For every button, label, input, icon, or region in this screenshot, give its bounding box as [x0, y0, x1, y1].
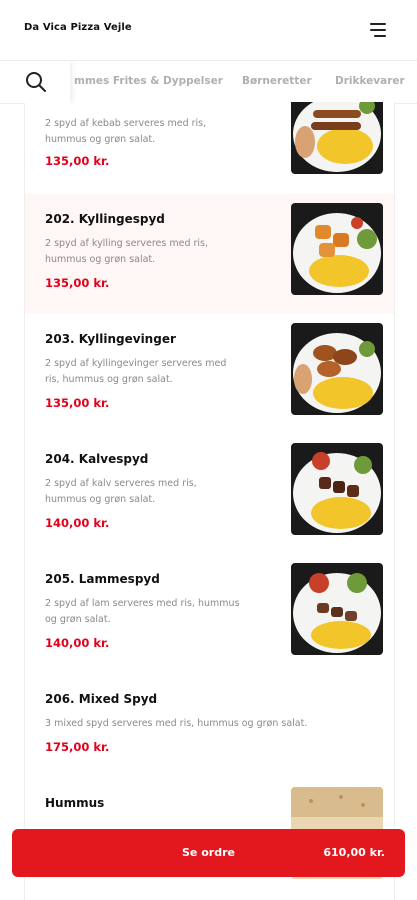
menu-item-kebab[interactable]: 2 spyd af kebab serveres med ris, hummus…: [25, 102, 394, 195]
item-name: 205. Lammespyd: [45, 572, 160, 586]
item-name: 206. Mixed Spyd: [45, 692, 158, 706]
item-price: 135,00 kr.: [45, 396, 110, 410]
menu-item-mixed-spyd[interactable]: 206. Mixed Spyd 3 mixed spyd serveres me…: [25, 674, 394, 779]
order-button-label: Se ordre: [182, 846, 235, 859]
item-description: 2 spyd af kylling serveres med ris, humm…: [45, 238, 209, 265]
menu-button[interactable]: [366, 20, 390, 40]
item-description: 3 mixed spyd serveres med ris, hummus og…: [45, 718, 308, 729]
item-price: 140,00 kr.: [45, 636, 110, 650]
chicken-wings-image: [291, 323, 383, 415]
search-icon: [26, 72, 46, 92]
app-title: Da Vica Pizza Vejle: [24, 22, 132, 33]
veal-skewer-image: [291, 443, 383, 535]
tab-drikkevarer[interactable]: Drikkevarer: [335, 75, 405, 87]
item-price: 135,00 kr.: [45, 276, 110, 290]
item-description: 2 spyd af kebab serveres med ris, hummus…: [45, 118, 207, 145]
item-price: 140,00 kr.: [45, 516, 110, 530]
item-price: 135,00 kr.: [45, 154, 110, 168]
item-description: 2 spyd af lam serveres med ris, hummus o…: [45, 598, 240, 625]
lamb-skewer-image: [291, 563, 383, 655]
item-name: 204. Kalvespyd: [45, 452, 149, 466]
chicken-skewer-image: [291, 203, 383, 295]
search-button[interactable]: [0, 61, 70, 103]
item-name: 203. Kyllingevinger: [45, 332, 176, 346]
order-total: 610,00 kr.: [323, 846, 385, 859]
menu-item-kalvespyd[interactable]: 204. Kalvespyd 2 spyd af kalv serveres m…: [25, 434, 394, 555]
menu-item-kyllingevinger[interactable]: 203. Kyllingevinger 2 spyd af kyllingevi…: [25, 314, 394, 435]
category-tabs: mmes Frites & Dyppelser Børneretter Drik…: [0, 60, 417, 104]
item-description: 2 spyd af kyllingevinger serveres med ri…: [45, 358, 227, 385]
kebab-plate-image: [291, 102, 383, 174]
menu-item-kyllingespyd[interactable]: 202. Kyllingespyd 2 spyd af kylling serv…: [25, 194, 394, 315]
tab-menu-frites[interactable]: mmes Frites & Dyppelser: [74, 75, 223, 87]
menu-icon: [370, 23, 386, 25]
item-name: 202. Kyllingespyd: [45, 212, 165, 226]
menu-item-list: 2 spyd af kebab serveres med ris, hummus…: [24, 102, 395, 900]
header: Da Vica Pizza Vejle: [0, 0, 417, 60]
menu-item-lammespyd[interactable]: 205. Lammespyd 2 spyd af lam serveres me…: [25, 554, 394, 675]
item-description: 2 spyd af kalv serveres med ris, hummus …: [45, 478, 197, 505]
tab-borneretter[interactable]: Børneretter: [242, 75, 312, 87]
item-price: 175,00 kr.: [45, 740, 110, 754]
item-name: Hummus: [45, 796, 105, 810]
view-order-button[interactable]: Se ordre 610,00 kr.: [12, 829, 405, 877]
